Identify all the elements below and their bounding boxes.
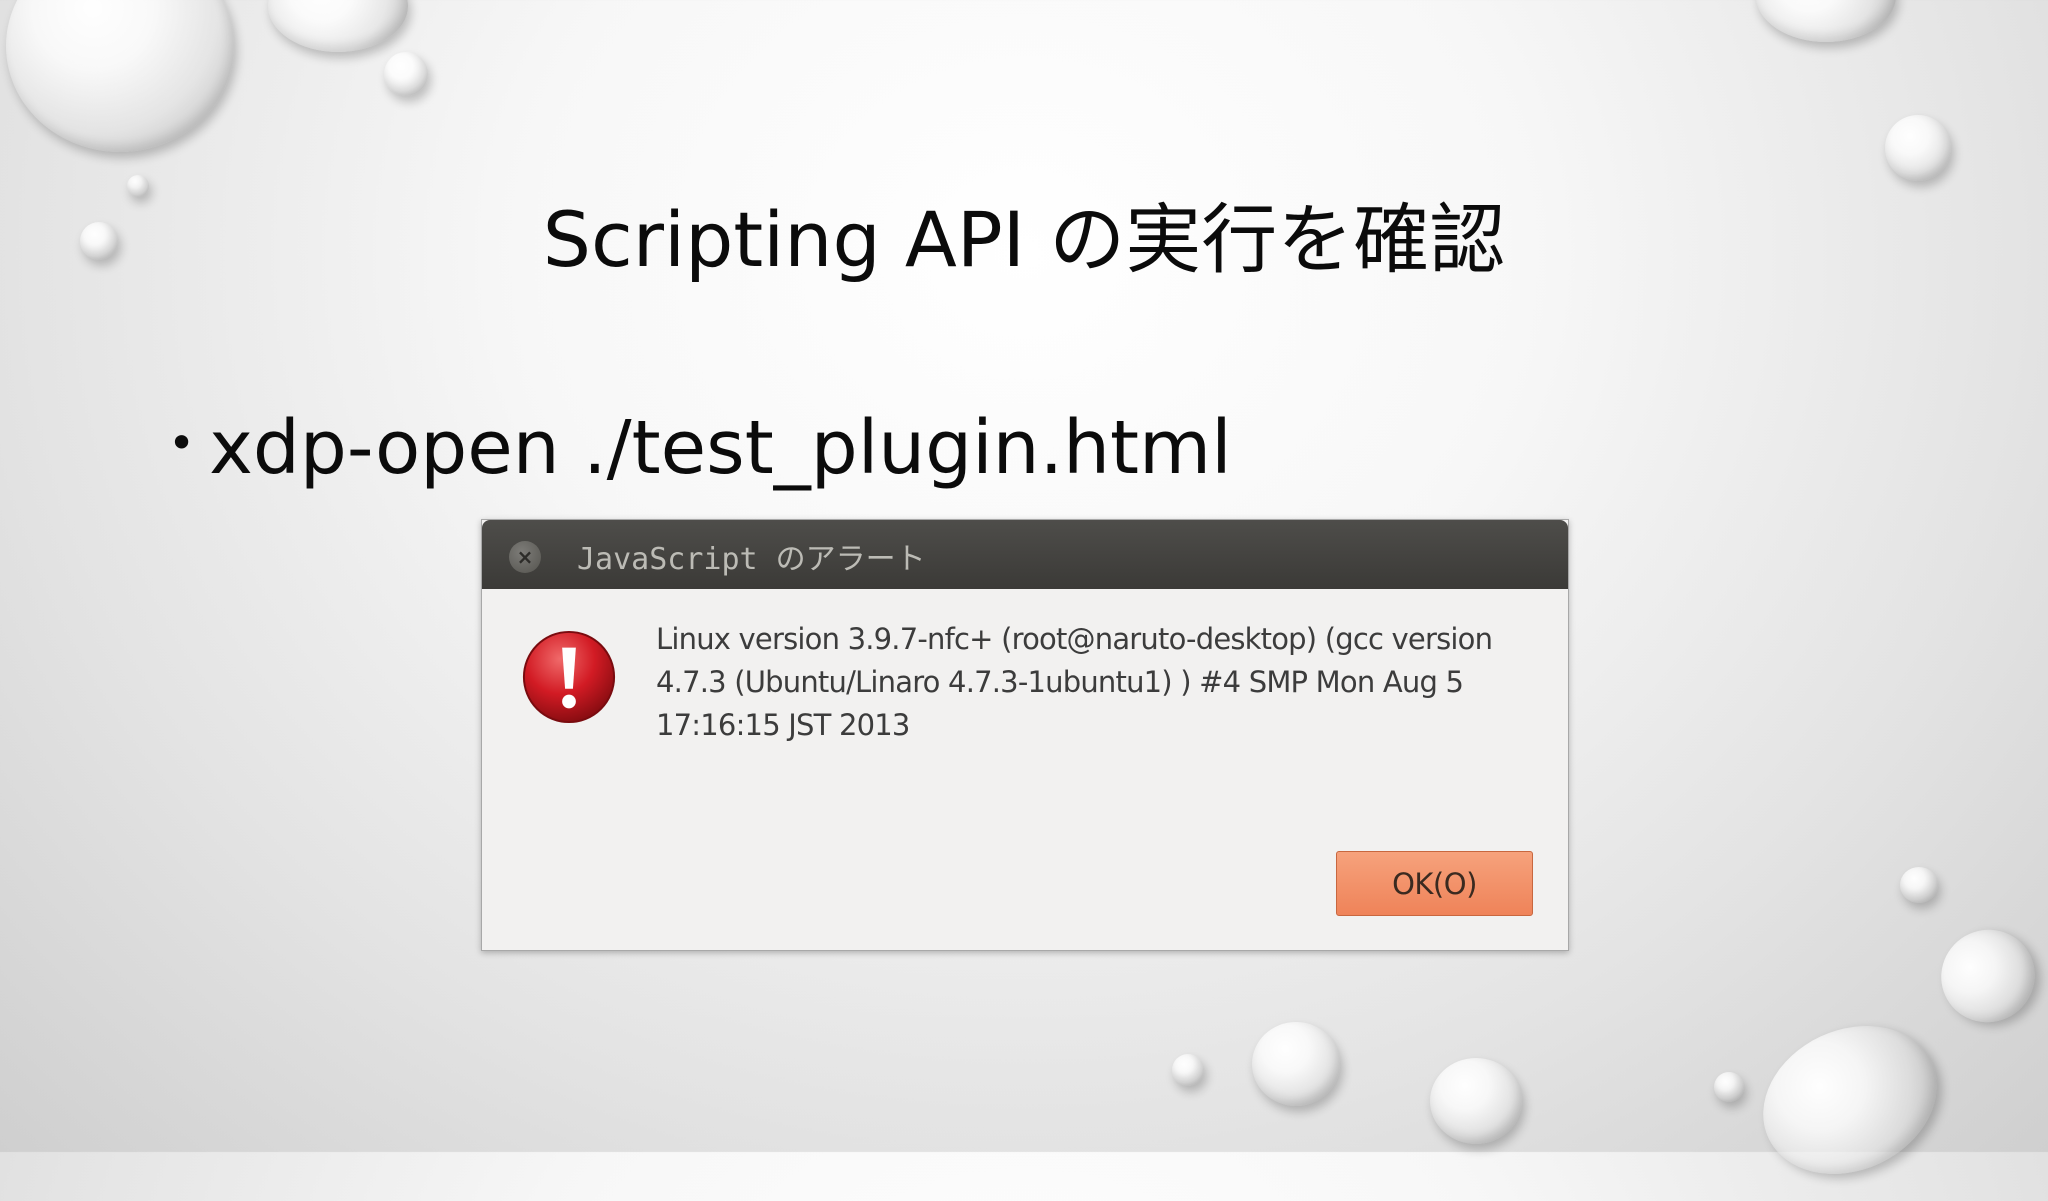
water-drop-decoration [1885,115,1951,181]
water-drop-decoration [1714,1072,1744,1102]
close-icon[interactable]: × [509,541,541,573]
water-drop-decoration [1172,1054,1204,1086]
dialog-title: JavaScript のアラート [577,542,926,577]
error-icon [522,630,616,724]
slide-title: Scripting API の実行を確認 [542,195,1506,284]
dialog-titlebar[interactable]: × JavaScript のアラート [482,520,1568,589]
bullet-item: • xdp-open ./test_plugin.html [168,405,1232,491]
water-drop-decoration [1924,912,2048,1040]
water-drop-decoration [6,0,234,152]
water-drop-decoration [384,52,428,96]
water-drop-decoration [1756,0,1896,42]
water-drop-decoration [268,0,408,52]
water-drop-decoration [1430,1058,1522,1144]
bullet-text: xdp-open ./test_plugin.html [209,405,1232,491]
bullet-dot: • [168,416,196,470]
water-drop-decoration [1900,867,1938,903]
water-drop-decoration [1738,998,1962,1201]
javascript-alert-dialog: × JavaScript のアラート Linux version 3.9.7-n… [481,519,1569,951]
alert-message: Linux version 3.9.7-nfc+ (root@naruto-de… [656,622,1493,742]
water-drop-decoration [1252,1022,1340,1106]
ok-button[interactable]: OK(O) [1336,851,1533,916]
